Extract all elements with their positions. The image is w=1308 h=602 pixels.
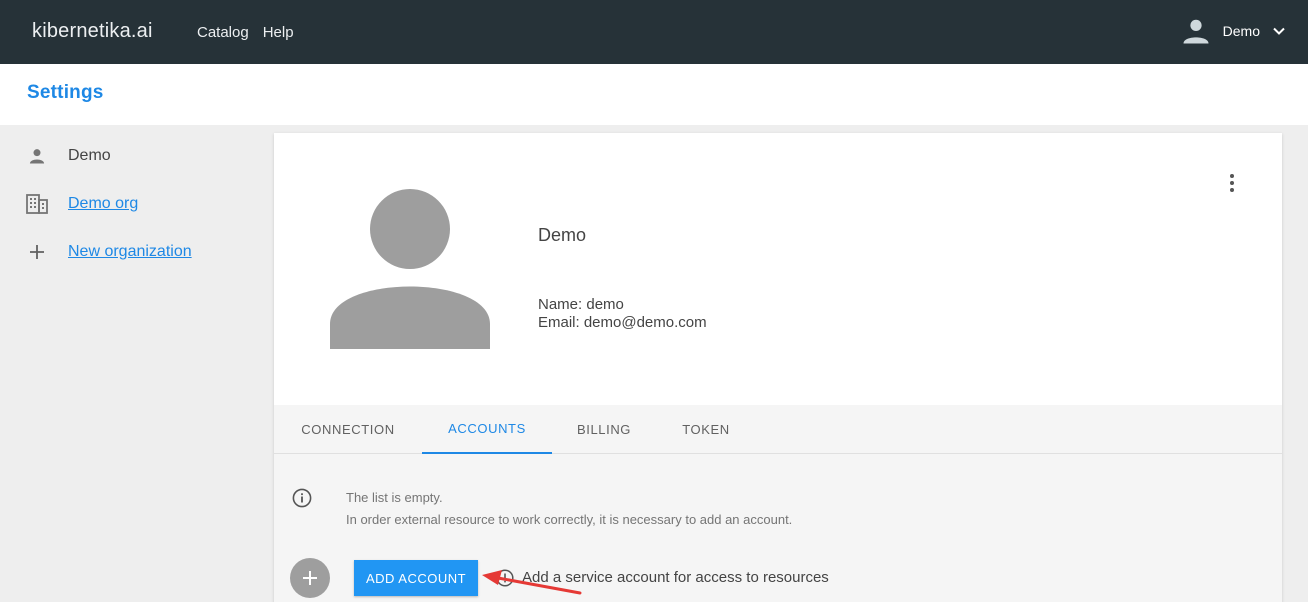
sidebar-item-label[interactable]: Demo org [68, 195, 138, 213]
sidebar-item-label[interactable]: New organization [68, 243, 192, 261]
sidebar-item-org[interactable]: Demo org [26, 190, 138, 218]
person-icon [26, 145, 48, 167]
nav-catalog[interactable]: Catalog [197, 24, 249, 41]
profile-name: Demo [538, 225, 587, 245]
sidebar-item-label: Demo [68, 147, 111, 164]
accounts-panel: The list is empty. In order external res… [274, 454, 1282, 602]
profile-name-line: Name: demo [538, 296, 624, 313]
add-account-button[interactable]: ADD ACCOUNT [354, 560, 478, 596]
annotation-arrow-icon [482, 570, 582, 595]
user-menu[interactable]: Demo [1181, 16, 1286, 46]
empty-message-line: The list is empty. [346, 490, 443, 505]
top-app-bar: kibernetika.ai Catalog Help Demo [0, 0, 1308, 64]
more-vert-icon[interactable] [1222, 171, 1242, 195]
sidebar-item-new-organization[interactable]: New organization [26, 238, 192, 266]
brand-logo[interactable]: kibernetika.ai [32, 20, 153, 43]
info-icon [292, 488, 312, 508]
user-name: Demo [1222, 23, 1260, 39]
tab-token[interactable]: TOKEN [656, 405, 756, 454]
profile-avatar [330, 189, 490, 349]
building-icon [26, 193, 48, 215]
profile-email-line: Email: demo@demo.com [538, 314, 707, 331]
profile-details: Name: demo Email: demo@demo.com [538, 296, 707, 332]
tab-billing[interactable]: BILLING [552, 405, 656, 454]
empty-message-line: In order external resource to work corre… [346, 512, 793, 527]
nav-help[interactable]: Help [263, 24, 294, 41]
plus-icon [303, 571, 317, 585]
sidebar-item-user[interactable]: Demo [26, 142, 111, 170]
tab-bar: CONNECTION ACCOUNTS BILLING TOKEN [274, 405, 1282, 454]
empty-list-message: The list is empty. In order external res… [346, 487, 792, 531]
user-avatar-icon [1183, 19, 1209, 44]
chevron-down-icon [1273, 27, 1285, 35]
plus-icon [26, 241, 48, 263]
page-title: Settings [27, 82, 104, 103]
sidebar: Demo Demo org New organization [0, 125, 272, 602]
top-nav: Catalog Help [197, 24, 294, 41]
tab-accounts[interactable]: ACCOUNTS [422, 405, 552, 454]
add-fab-button[interactable] [290, 558, 330, 598]
tab-connection[interactable]: CONNECTION [274, 405, 422, 454]
profile-card: Demo Name: demo Email: demo@demo.com CON… [274, 133, 1282, 602]
settings-header: Settings [0, 64, 1308, 125]
